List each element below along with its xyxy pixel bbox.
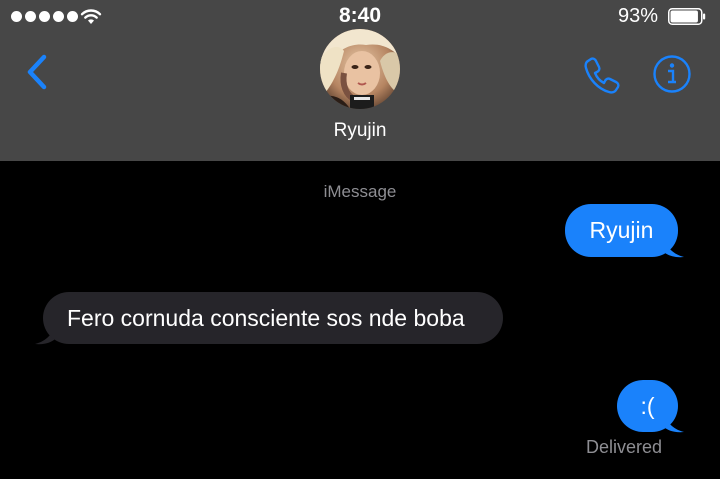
contact-name[interactable]: Ryujin — [0, 120, 720, 142]
messages-screen: 8:40 93% Ryujin iMessage Ryujin Fero cor… — [0, 0, 720, 479]
message-bubble-incoming[interactable]: Fero cornuda consciente sos nde boba — [43, 292, 503, 344]
avatar-photo — [320, 29, 400, 109]
battery-percentage: 93% — [617, 5, 658, 27]
delivery-receipt: Delivered — [586, 437, 663, 457]
info-icon — [653, 55, 691, 93]
service-label: iMessage — [323, 182, 397, 201]
conversation-header: 8:40 93% Ryujin — [0, 0, 720, 161]
contact-avatar[interactable] — [320, 29, 400, 109]
message-bubble-outgoing[interactable]: :( — [617, 380, 678, 432]
info-button[interactable] — [652, 54, 692, 94]
back-button[interactable] — [22, 52, 54, 92]
phone-icon — [584, 57, 620, 94]
call-button[interactable] — [582, 55, 622, 95]
message-bubble-outgoing[interactable]: Ryujin — [565, 204, 678, 257]
chevron-left-icon — [27, 54, 47, 90]
battery-icon — [668, 8, 706, 25]
status-time: 8:40 — [338, 4, 382, 27]
